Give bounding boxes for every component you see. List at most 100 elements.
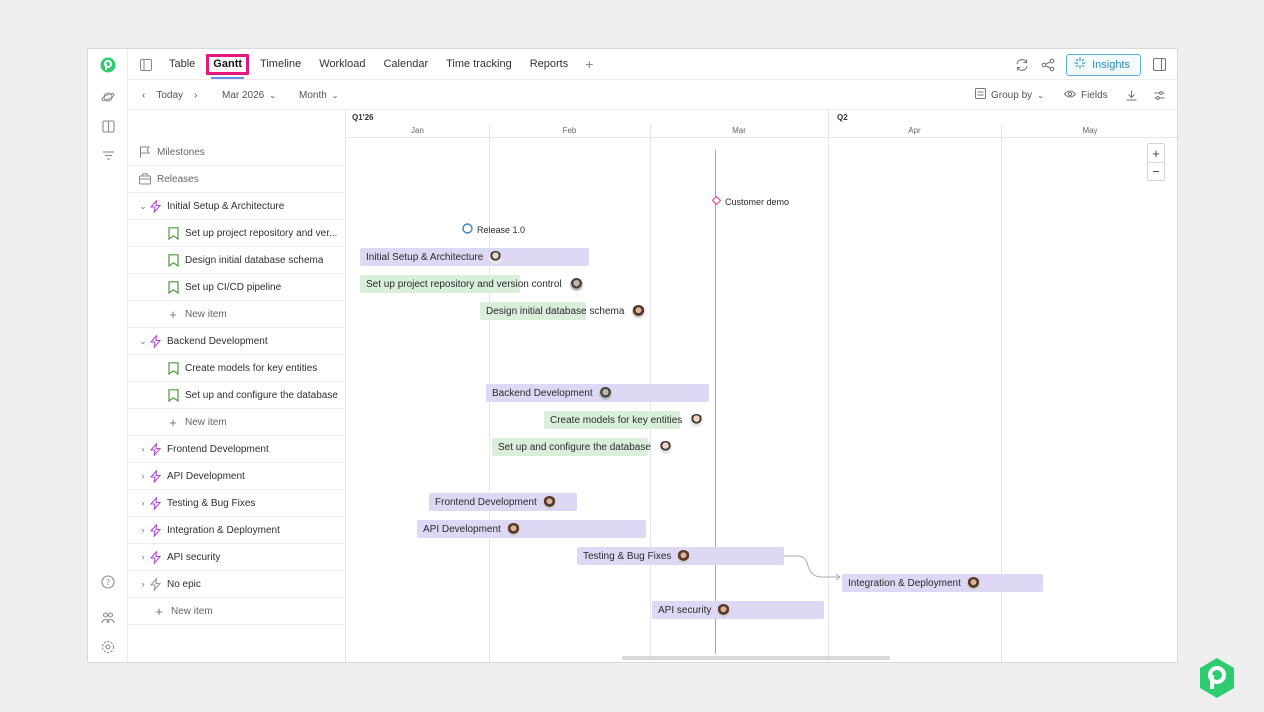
tab-time-tracking[interactable]: Time tracking: [437, 49, 521, 80]
horizontal-scrollbar[interactable]: [622, 656, 890, 660]
avatar: [542, 495, 556, 509]
diamond-icon: [711, 195, 722, 207]
package-icon: [138, 172, 152, 186]
zoom-in-button[interactable]: +: [1148, 144, 1164, 162]
tab-table[interactable]: Table: [160, 49, 204, 80]
gantt-bar-label: Set up project repository and version co…: [366, 275, 583, 293]
task-row[interactable]: Design initial database schema: [128, 247, 346, 274]
month-label: Apr: [908, 126, 921, 135]
gantt-bar[interactable]: API Development: [417, 520, 646, 538]
tab-timeline[interactable]: Timeline: [251, 49, 310, 80]
sidebar-toggle-icon[interactable]: [138, 57, 154, 73]
milestones-row[interactable]: Milestones: [128, 139, 346, 166]
tab-reports[interactable]: Reports: [521, 49, 578, 80]
task-row[interactable]: Set up project repository and ver...: [128, 220, 346, 247]
zoom-out-button[interactable]: −: [1148, 162, 1164, 180]
users-icon[interactable]: [98, 608, 118, 628]
month-label: Jan: [411, 126, 424, 135]
epic-row[interactable]: ⌄ Backend Development: [128, 328, 346, 355]
epic-row[interactable]: ⌄ Initial Setup & Architecture: [128, 193, 346, 220]
filter-icon[interactable]: [98, 145, 118, 165]
item-list: Milestones Releases ⌄ Initial Setup & Ar…: [128, 110, 346, 662]
epic-row[interactable]: › API security: [128, 544, 346, 571]
prev-chevron-icon[interactable]: ‹: [142, 90, 145, 101]
gantt-bar-label: Set up and configure the database: [498, 438, 672, 456]
plus-icon: +: [155, 603, 163, 619]
chevron-right-icon[interactable]: ›: [138, 579, 148, 589]
next-chevron-icon[interactable]: ›: [194, 90, 197, 101]
new-item-button[interactable]: + New item: [128, 598, 346, 625]
epic-row[interactable]: › No epic: [128, 571, 346, 598]
epic-row[interactable]: › API Development: [128, 463, 346, 490]
avatar: [598, 386, 612, 400]
gantt-bar[interactable]: Initial Setup & Architecture: [360, 248, 589, 266]
avatar: [489, 250, 503, 264]
fields-button[interactable]: Fields: [1063, 80, 1108, 110]
avatar: [569, 277, 583, 291]
scale-select[interactable]: Month ⌄: [299, 80, 339, 110]
planet-icon[interactable]: [98, 87, 118, 107]
panel-toggle-icon[interactable]: [1151, 57, 1167, 73]
chevron-right-icon[interactable]: ›: [138, 525, 148, 535]
task-row[interactable]: Create models for key entities: [128, 355, 346, 382]
add-view-button[interactable]: +: [577, 49, 601, 80]
columns-icon[interactable]: [98, 116, 118, 136]
today-button[interactable]: Today: [156, 90, 183, 101]
avatar: [966, 576, 980, 590]
tab-gantt[interactable]: Gantt: [204, 49, 251, 80]
group-icon: [975, 88, 986, 102]
epic-row[interactable]: › Frontend Development: [128, 436, 346, 463]
gantt-bar[interactable]: Frontend Development: [429, 493, 577, 511]
gantt-bar[interactable]: Testing & Bug Fixes: [577, 547, 784, 565]
chevron-right-icon[interactable]: ›: [138, 498, 148, 508]
epic-row[interactable]: › Testing & Bug Fixes: [128, 490, 346, 517]
bookmark-icon: [166, 388, 180, 402]
lightning-icon: [148, 199, 162, 213]
left-rail: ?: [88, 49, 128, 662]
month-label: Mar: [732, 126, 746, 135]
chevron-down-icon[interactable]: ⌄: [138, 336, 148, 347]
download-icon[interactable]: [1126, 80, 1137, 110]
task-row[interactable]: Set up CI/CD pipeline: [128, 274, 346, 301]
sync-icon[interactable]: [1014, 57, 1030, 73]
avatar: [717, 603, 731, 617]
bookmark-icon: [166, 253, 180, 267]
chevron-down-icon[interactable]: ⌄: [138, 201, 148, 212]
quarter-label: Q2: [837, 113, 848, 122]
task-row[interactable]: Set up and configure the database: [128, 382, 346, 409]
gantt-chart: Q1'26 Q2 Jan Feb Mar Apr May + − Custome…: [346, 110, 1177, 662]
chevron-right-icon[interactable]: ›: [138, 552, 148, 562]
bookmark-icon: [166, 361, 180, 375]
app-window: ? Table Gantt Timeline Workload Calendar…: [87, 48, 1178, 663]
svg-text:?: ?: [106, 578, 110, 587]
date-picker[interactable]: Mar 2026 ⌄: [222, 80, 276, 110]
insights-button[interactable]: Insights: [1066, 53, 1141, 76]
flag-icon: [138, 145, 152, 159]
chevron-right-icon[interactable]: ›: [138, 444, 148, 454]
avatar: [506, 522, 520, 536]
gantt-bar[interactable]: Integration & Deployment: [842, 574, 1043, 592]
tab-calendar[interactable]: Calendar: [374, 49, 437, 80]
group-by-button[interactable]: Group by ⌄: [975, 80, 1044, 110]
avatar: [658, 440, 672, 454]
avatar: [677, 549, 691, 563]
milestone-customer-demo[interactable]: Customer demo: [711, 195, 789, 207]
help-icon[interactable]: ?: [98, 572, 118, 592]
new-item-button[interactable]: + New item: [128, 301, 346, 328]
plus-icon: +: [169, 306, 177, 322]
release-marker[interactable]: Release 1.0: [462, 223, 525, 236]
share-icon[interactable]: [1040, 57, 1056, 73]
gantt-bar[interactable]: API security: [652, 601, 824, 619]
gantt-bar[interactable]: Backend Development: [486, 384, 709, 402]
epic-row[interactable]: › Integration & Deployment: [128, 517, 346, 544]
lightning-icon: [148, 334, 162, 348]
app-logo-icon[interactable]: [98, 55, 118, 75]
tab-workload[interactable]: Workload: [310, 49, 374, 80]
sparkle-icon: [1074, 57, 1086, 72]
new-item-button[interactable]: + New item: [128, 409, 346, 436]
releases-row[interactable]: Releases: [128, 166, 346, 193]
view-tabs-bar: Table Gantt Timeline Workload Calendar T…: [128, 49, 1177, 80]
settings-gear-icon[interactable]: [98, 637, 118, 657]
chevron-right-icon[interactable]: ›: [138, 471, 148, 481]
sliders-icon[interactable]: [1154, 80, 1165, 110]
